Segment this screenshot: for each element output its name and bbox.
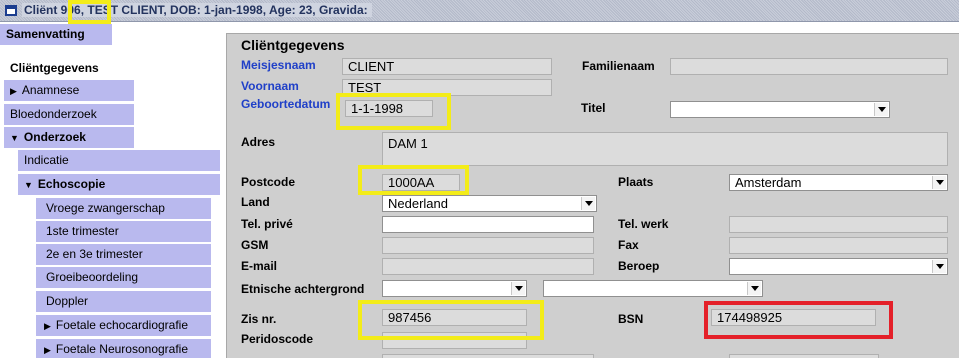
bsn-field[interactable]: 174498925: [711, 309, 876, 326]
sidebar-item-label: Indicatie: [24, 153, 69, 167]
sidebar-item-vroege-zwangerschap[interactable]: Vroege zwangerschap: [36, 198, 211, 219]
sidebar-item-onderzoek[interactable]: ▼ Onderzoek: [4, 127, 134, 148]
sidebar-item-label: Groeibeoordeling: [46, 270, 139, 284]
fax-field[interactable]: [729, 237, 948, 254]
plaats-select[interactable]: Amsterdam: [729, 174, 948, 191]
voornaam-label: Voornaam: [241, 79, 299, 93]
sidebar-item-label: Echoscopie: [37, 177, 106, 191]
gsm-label: GSM: [241, 238, 269, 252]
sidebar-item-indicatie[interactable]: Indicatie: [18, 150, 220, 171]
geboortedatum-field[interactable]: 1-1-1998: [345, 100, 433, 117]
meisjesnaam-field[interactable]: CLIENT: [342, 58, 552, 75]
titel-label: Titel: [581, 101, 606, 115]
sidebar-item-label: Doppler: [46, 294, 89, 308]
adres-label: Adres: [241, 135, 276, 149]
sidebar-item-echoscopie[interactable]: ▼ Echoscopie: [18, 174, 220, 195]
fax-label: Fax: [618, 238, 639, 252]
next-row-field-left[interactable]: [382, 354, 594, 358]
triangle-right-icon: ▶: [44, 345, 51, 355]
postcode-label: Postcode: [241, 175, 296, 189]
page-title: Cliëntgegevens: [241, 37, 345, 53]
geboortedatum-label: Geboortedatum: [241, 97, 331, 111]
sidebar-item-foetale-echocardiografie[interactable]: ▶ Foetale echocardiografie: [36, 315, 211, 336]
land-select[interactable]: Nederland: [382, 195, 597, 212]
sidebar-item-anamnese[interactable]: ▶ Anamnese: [4, 80, 134, 101]
chevron-down-icon: [874, 103, 888, 116]
chevron-down-icon: [932, 260, 946, 273]
chevron-down-icon: [747, 282, 761, 295]
land-select-value: Nederland: [388, 196, 448, 211]
triangle-right-icon: ▶: [10, 86, 17, 96]
plaats-select-value: Amsterdam: [735, 175, 802, 190]
voornaam-field[interactable]: TEST: [342, 79, 552, 96]
plaats-label: Plaats: [618, 175, 654, 189]
sidebar-item-samenvatting[interactable]: Samenvatting: [0, 24, 112, 45]
client-details-panel: Cliëntgegevens Meisjesnaam CLIENT Famili…: [226, 33, 959, 358]
peridoscode-label: Peridoscode: [241, 332, 314, 346]
tel-werk-field[interactable]: [729, 216, 948, 233]
beroep-label: Beroep: [618, 259, 660, 273]
sidebar-item-label: Vroege zwangerschap: [46, 201, 165, 215]
sidebar-item-groeibeoordeling[interactable]: Groeibeoordeling: [36, 267, 211, 288]
sidebar-item-label: Anamnese: [21, 83, 80, 97]
etnische-achtergrond-detail-select[interactable]: [543, 280, 763, 297]
sidebar-item-label: Foetale Neurosonografie: [55, 342, 189, 356]
land-label: Land: [241, 195, 270, 209]
beroep-select[interactable]: [729, 258, 948, 275]
postcode-field[interactable]: 1000AA: [382, 174, 460, 191]
titel-select[interactable]: [670, 101, 890, 118]
sidebar-item-label: Cliëntgegevens: [10, 61, 99, 75]
triangle-down-icon: ▼: [10, 133, 19, 143]
gsm-field[interactable]: [382, 237, 594, 254]
bsn-label: BSN: [618, 312, 644, 326]
next-row-field-right[interactable]: [729, 354, 879, 358]
window-title-bar: Cliënt 906, TEST CLIENT, DOB: 1-jan-1998…: [0, 0, 959, 22]
sidebar-item-label: 1ste trimester: [46, 224, 119, 238]
sidebar-item-1ste-trimester[interactable]: 1ste trimester: [36, 221, 211, 242]
sidebar-item-bloedonderzoek[interactable]: Bloedonderzoek: [4, 104, 134, 125]
familienaam-field[interactable]: [670, 58, 948, 75]
sidebar-item-2e-3e-trimester[interactable]: 2e en 3e trimester: [36, 244, 211, 265]
sidebar-item-foetale-neurosonografie[interactable]: ▶ Foetale Neurosonografie: [36, 339, 211, 358]
sidebar: Samenvatting Cliëntgegevens ▶ Anamnese Bl…: [0, 23, 222, 358]
sidebar-item-clientgegevens[interactable]: Cliëntgegevens: [4, 58, 134, 79]
familienaam-label: Familienaam: [582, 59, 655, 73]
chevron-down-icon: [581, 197, 595, 210]
chevron-down-icon: [932, 176, 946, 189]
chevron-down-icon: [511, 282, 525, 295]
sidebar-item-label: 2e en 3e trimester: [46, 247, 143, 261]
email-field[interactable]: [382, 258, 594, 275]
sidebar-item-label: Bloedonderzoek: [10, 107, 97, 121]
sidebar-item-label: Samenvatting: [6, 27, 85, 41]
tel-werk-label: Tel. werk: [618, 217, 669, 231]
window-icon: [5, 5, 17, 16]
triangle-right-icon: ▶: [44, 321, 51, 331]
sidebar-item-doppler[interactable]: Doppler: [36, 291, 211, 312]
tel-prive-field[interactable]: [382, 216, 594, 233]
triangle-down-icon: ▼: [24, 180, 33, 190]
zis-nr-field[interactable]: 987456: [382, 309, 527, 326]
window-title: Cliënt 906, TEST CLIENT, DOB: 1-jan-1998…: [22, 3, 372, 17]
etnische-achtergrond-select[interactable]: [382, 280, 527, 297]
peridoscode-field[interactable]: [382, 332, 527, 349]
etnische-achtergrond-label: Etnische achtergrond: [241, 282, 365, 296]
sidebar-item-label: Onderzoek: [23, 130, 86, 144]
email-label: E-mail: [241, 259, 278, 273]
meisjesnaam-label: Meisjesnaam: [241, 58, 316, 72]
tel-prive-label: Tel. privé: [241, 217, 293, 231]
zis-nr-label: Zis nr.: [241, 312, 277, 326]
adres-field[interactable]: DAM 1: [382, 132, 948, 166]
sidebar-item-label: Foetale echocardiografie: [55, 318, 189, 332]
